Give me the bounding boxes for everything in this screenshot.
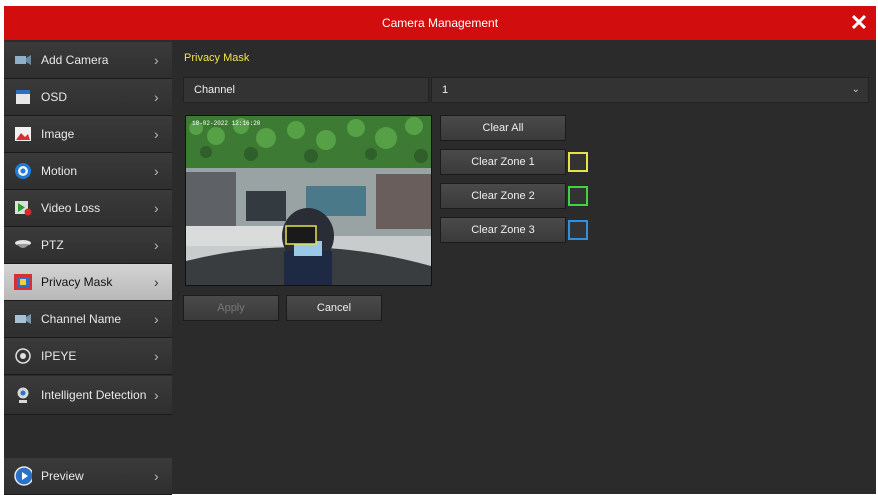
zone-1-color-swatch[interactable]	[568, 152, 588, 172]
osd-icon	[14, 89, 32, 105]
zone-2-color-swatch[interactable]	[568, 186, 588, 206]
sidebar-item-label: PTZ	[41, 238, 64, 252]
chevron-right-icon: ›	[154, 348, 159, 364]
ptz-icon	[14, 237, 32, 253]
image-icon	[14, 126, 32, 142]
section-title: Privacy Mask	[184, 52, 250, 64]
close-icon[interactable]: ✕	[848, 12, 870, 34]
sidebar-item-label: Intelligent Detection	[41, 388, 147, 402]
cancel-button[interactable]: Cancel	[286, 295, 382, 321]
channel-select[interactable]: 1 ⌄	[431, 77, 869, 103]
sidebar-item-motion[interactable]: Motion ›	[4, 153, 172, 190]
title-bar: Camera Management ✕	[4, 6, 876, 40]
channel-name-icon	[14, 311, 32, 327]
ipeye-icon	[14, 348, 32, 364]
chevron-down-icon: ⌄	[851, 84, 860, 95]
sidebar-item-ptz[interactable]: PTZ ›	[4, 227, 172, 264]
sidebar-item-label: IPEYE	[41, 349, 77, 363]
chevron-right-icon: ›	[154, 126, 159, 142]
sidebar-item-label: Video Loss	[41, 201, 101, 215]
chevron-right-icon: ›	[154, 200, 159, 216]
preview-icon	[14, 466, 32, 486]
main-panel: Privacy Mask Channel 1 ⌄ 18-02-2022 12:1…	[172, 40, 876, 494]
sidebar-item-label: Privacy Mask	[41, 275, 113, 289]
sidebar-item-label: OSD	[41, 90, 68, 104]
sidebar-item-video-loss[interactable]: Video Loss ›	[4, 190, 172, 227]
preview-timestamp: 18-02-2022 12:16:20	[192, 120, 261, 127]
channel-row: Channel 1 ⌄	[183, 77, 869, 103]
sidebar-item-osd[interactable]: OSD ›	[4, 79, 172, 116]
sidebar-item-image[interactable]: Image ›	[4, 116, 172, 153]
chevron-right-icon: ›	[154, 311, 159, 327]
chevron-right-icon: ›	[154, 52, 159, 68]
chevron-right-icon: ›	[154, 237, 159, 253]
privacy-mask-icon	[14, 274, 32, 290]
clear-zone-1-button[interactable]: Clear Zone 1	[440, 149, 566, 175]
sidebar-item-label: Add Camera	[41, 53, 109, 67]
sidebar-item-add-camera[interactable]: Add Camera ›	[4, 42, 172, 79]
chevron-right-icon: ›	[154, 274, 159, 290]
chevron-right-icon: ›	[154, 387, 159, 403]
apply-button[interactable]: Apply	[183, 295, 279, 321]
chevron-right-icon: ›	[154, 468, 159, 484]
sidebar-item-label: Channel Name	[41, 312, 122, 326]
sidebar-item-preview[interactable]: Preview ›	[4, 458, 172, 495]
intelligent-detection-icon	[14, 387, 32, 403]
sidebar-item-ipeye[interactable]: IPEYE ›	[4, 338, 172, 375]
window-title: Camera Management	[381, 16, 499, 30]
video-loss-icon	[14, 200, 32, 216]
sidebar-item-label: Preview	[41, 469, 84, 483]
sidebar-item-label: Motion	[41, 164, 78, 178]
camera-add-icon	[14, 52, 32, 68]
clear-zone-2-button[interactable]: Clear Zone 2	[440, 183, 566, 209]
zone-3-color-swatch[interactable]	[568, 220, 588, 240]
sidebar-item-channel-name[interactable]: Channel Name ›	[4, 301, 172, 338]
channel-value: 1	[442, 84, 449, 96]
channel-label: Channel	[183, 77, 429, 103]
camera-preview[interactable]: 18-02-2022 12:16:20	[185, 115, 432, 286]
sidebar: Add Camera › OSD › Image › Motion › Vide…	[4, 40, 172, 495]
sidebar-item-privacy-mask[interactable]: Privacy Mask ›	[4, 264, 172, 301]
motion-icon	[14, 163, 32, 179]
sidebar-item-label: Image	[41, 127, 75, 141]
chevron-right-icon: ›	[154, 163, 159, 179]
chevron-right-icon: ›	[154, 89, 159, 105]
sidebar-item-intelligent-detection[interactable]: Intelligent Detection ›	[4, 376, 172, 415]
clear-zone-3-button[interactable]: Clear Zone 3	[440, 217, 566, 243]
clear-all-button[interactable]: Clear All	[440, 115, 566, 141]
